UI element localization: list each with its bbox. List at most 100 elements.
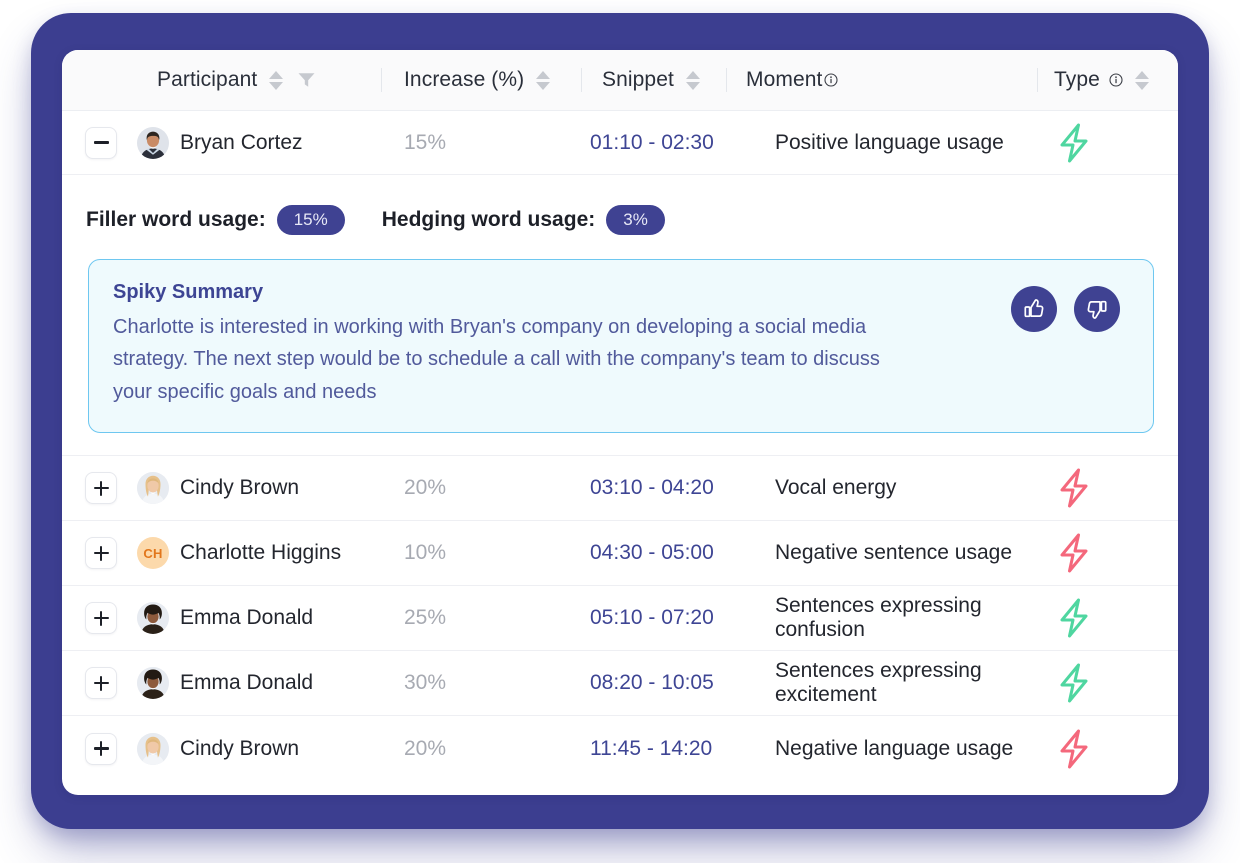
- plus-icon-vertical: [99, 545, 103, 561]
- moment-description: Sentences expressing excitement: [775, 659, 982, 707]
- column-header-snippet[interactable]: Snippet: [582, 50, 727, 110]
- moments-table-card: Participant Increase (%) Snippet Moment …: [62, 50, 1178, 795]
- sort-ascending-icon: [1134, 70, 1149, 79]
- increase-value: 10%: [404, 541, 447, 565]
- info-icon-type[interactable]: [1109, 73, 1123, 87]
- info-icon-moment[interactable]: [824, 73, 839, 87]
- sort-descending-icon: [685, 81, 700, 90]
- lightning-bolt-positive-icon: [1060, 663, 1088, 703]
- participant-cell: Bryan Cortez: [117, 126, 382, 159]
- filler-word-usage-label: Filler word usage:: [86, 208, 266, 231]
- row-toggle-cell: [62, 667, 117, 700]
- avatar: [137, 602, 169, 635]
- row-toggle-cell: [62, 602, 117, 635]
- type-cell: [1038, 727, 1178, 771]
- column-header-increase[interactable]: Increase (%): [382, 50, 582, 110]
- row-toggle-cell: [62, 537, 117, 570]
- snippet-timestamp[interactable]: 01:10 - 02:30: [582, 131, 727, 155]
- column-header-type[interactable]: Type: [1038, 50, 1178, 110]
- thumbs-up-button[interactable]: [1011, 286, 1057, 332]
- expand-row-button[interactable]: [85, 537, 117, 570]
- moment-description: Sentences expressing confusion: [775, 594, 982, 642]
- sort-icon-participant[interactable]: [269, 70, 284, 90]
- table-row[interactable]: Emma Donald 30% 08:20 - 10:05 Sentences …: [62, 651, 1178, 717]
- snippet-timestamp[interactable]: 11:45 - 14:20: [582, 737, 727, 761]
- sort-ascending-icon: [269, 70, 284, 79]
- sort-icon-snippet[interactable]: [685, 70, 700, 90]
- participant-name: Emma Donald: [180, 606, 314, 630]
- filter-icon-participant[interactable]: [297, 71, 316, 89]
- increase-value: 15%: [404, 130, 447, 154]
- table-row[interactable]: Emma Donald 25% 05:10 - 07:20 Sentences …: [62, 586, 1178, 652]
- spiky-summary-text: Charlotte is interested in working with …: [113, 316, 880, 403]
- column-header-snippet-label: Snippet: [602, 68, 674, 91]
- type-cell: [1038, 531, 1178, 575]
- summary-feedback-controls: [1011, 286, 1120, 332]
- snippet-timestamp[interactable]: 04:30 - 05:00: [582, 541, 727, 565]
- table-row[interactable]: CH Charlotte Higgins 10% 04:30 - 05:00 N…: [62, 521, 1178, 587]
- participant-cell: Cindy Brown: [117, 732, 382, 765]
- participant-name: Bryan Cortez: [180, 130, 303, 154]
- thumbs-down-button[interactable]: [1074, 286, 1120, 332]
- expand-row-button[interactable]: [85, 667, 117, 700]
- table-header-row: Participant Increase (%) Snippet Moment …: [62, 50, 1178, 111]
- expanded-detail-panel: Filler word usage: 15% Hedging word usag…: [62, 175, 1178, 457]
- expand-row-button[interactable]: [85, 472, 117, 505]
- filler-word-usage-badge: 15%: [276, 205, 345, 235]
- minus-icon: [93, 141, 109, 144]
- participant-name: Cindy Brown: [180, 476, 300, 500]
- participant-name: Charlotte Higgins: [180, 541, 342, 565]
- hedging-word-usage-label: Hedging word usage:: [381, 208, 596, 231]
- participant-cell: Cindy Brown: [117, 472, 382, 505]
- sort-descending-icon: [536, 81, 551, 90]
- snippet-timestamp[interactable]: 08:20 - 10:05: [582, 671, 727, 695]
- lightning-bolt-negative-icon: [1060, 468, 1088, 508]
- lightning-bolt-positive-icon: [1060, 598, 1088, 638]
- plus-icon-vertical: [99, 610, 103, 626]
- snippet-timestamp[interactable]: 03:10 - 04:20: [582, 476, 727, 500]
- row-toggle-cell: [62, 472, 117, 505]
- increase-value: 20%: [404, 736, 447, 760]
- spiky-summary-title: Spiky Summary: [113, 281, 264, 303]
- type-cell: [1038, 121, 1178, 165]
- plus-icon-vertical: [99, 480, 103, 496]
- lightning-bolt-negative-icon: [1060, 729, 1088, 769]
- sort-ascending-icon: [536, 70, 551, 79]
- participant-cell: Emma Donald: [117, 602, 382, 635]
- collapse-row-button[interactable]: [85, 126, 117, 159]
- increase-value: 30%: [404, 671, 447, 695]
- type-cell: [1038, 596, 1178, 640]
- sort-ascending-icon: [685, 70, 700, 79]
- plus-icon-vertical: [99, 675, 103, 691]
- header-toggle-spacer: [62, 50, 117, 110]
- expand-row-button[interactable]: [85, 732, 117, 765]
- increase-value: 20%: [404, 476, 447, 500]
- increase-value: 25%: [404, 606, 447, 630]
- avatar: [137, 667, 169, 700]
- expand-row-button[interactable]: [85, 602, 117, 635]
- thumbs-up-icon: [1024, 299, 1044, 318]
- lightning-bolt-negative-icon: [1060, 533, 1088, 573]
- table-row[interactable]: Cindy Brown 20% 11:45 - 14:20 Negative l…: [62, 716, 1178, 781]
- sort-icon-increase[interactable]: [536, 70, 551, 90]
- moment-description: Vocal energy: [775, 476, 897, 500]
- sort-descending-icon: [1134, 81, 1149, 90]
- avatar: [137, 472, 169, 505]
- avatar-initials: CH: [137, 537, 169, 570]
- table-row[interactable]: Bryan Cortez 15% 01:10 - 02:30 Positive …: [62, 111, 1178, 175]
- row-toggle-cell: [62, 732, 117, 765]
- column-header-participant[interactable]: Participant: [117, 50, 382, 110]
- column-header-type-label: Type: [1054, 68, 1100, 91]
- moment-description: Negative sentence usage: [775, 541, 1012, 565]
- participant-cell: Emma Donald: [117, 667, 382, 700]
- sort-icon-type[interactable]: [1134, 70, 1149, 90]
- table-row[interactable]: Cindy Brown 20% 03:10 - 04:20 Vocal ener…: [62, 456, 1178, 522]
- column-header-moment[interactable]: Moment: [727, 50, 1038, 110]
- avatar: [137, 126, 169, 159]
- snippet-timestamp[interactable]: 05:10 - 07:20: [582, 606, 727, 630]
- participant-cell: CH Charlotte Higgins: [117, 537, 382, 570]
- screenshot-root: Participant Increase (%) Snippet Moment …: [0, 0, 1240, 863]
- column-header-moment-label: Moment: [746, 68, 823, 91]
- type-cell: [1038, 661, 1178, 705]
- word-usage-metrics: Filler word usage: 15% Hedging word usag…: [62, 175, 1178, 259]
